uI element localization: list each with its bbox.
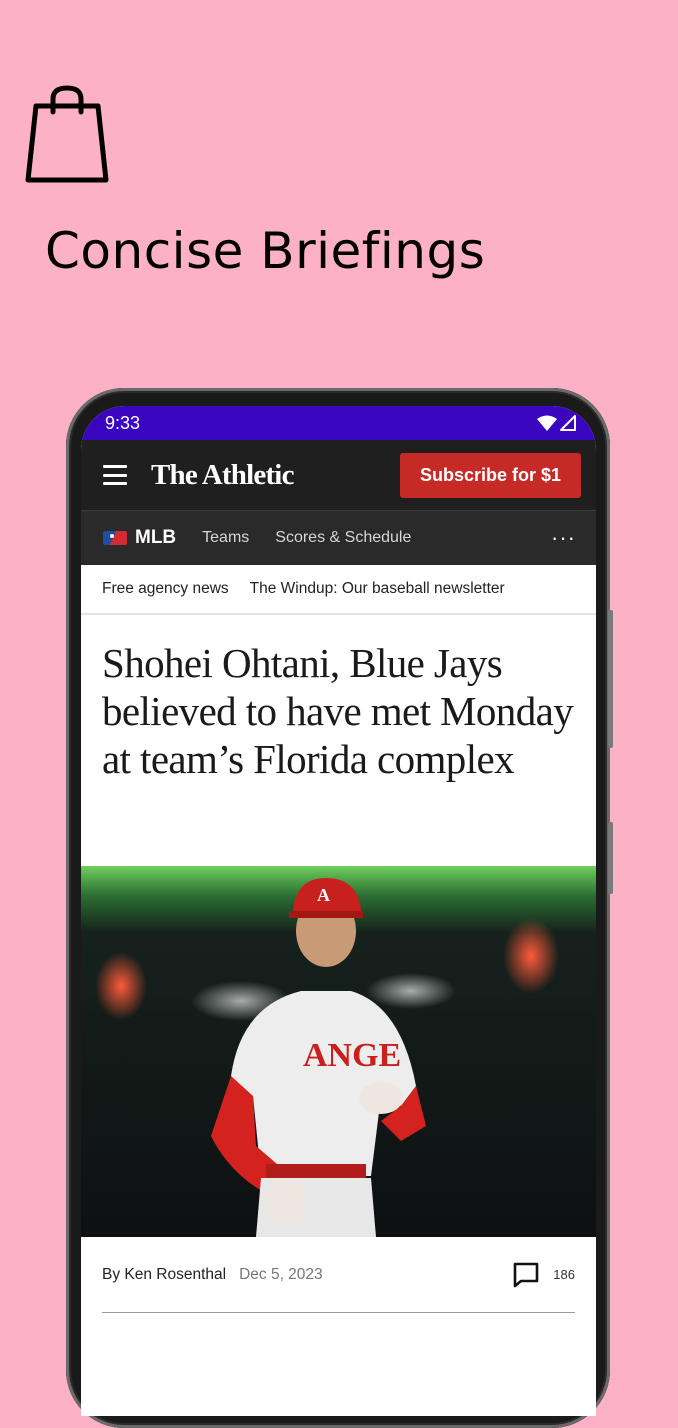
phone-screen: 9:33 The Athletic Subscribe for $1 MLB T…: [81, 406, 596, 1416]
nav-teams[interactable]: Teams: [202, 529, 249, 547]
comment-count: 186: [553, 1267, 575, 1282]
shopping-bag-icon: [25, 85, 109, 183]
byline: By Ken Rosenthal Dec 5, 2023 186: [81, 1237, 596, 1312]
mlb-logo-icon: [103, 531, 127, 545]
comment-icon: [513, 1262, 539, 1287]
comments-button[interactable]: 186: [513, 1262, 575, 1288]
status-icons: [537, 415, 576, 431]
publish-date: Dec 5, 2023: [239, 1265, 323, 1283]
wifi-icon: [537, 415, 557, 431]
cell-signal-icon: [560, 415, 576, 431]
promo-title: Concise Briefings: [45, 222, 486, 280]
article-headline: Shohei Ohtani, Blue Jays believed to hav…: [102, 640, 574, 782]
more-dots-icon[interactable]: ···: [551, 527, 576, 549]
topic-tags: Free agency news The Windup: Our basebal…: [81, 565, 596, 615]
author-name[interactable]: By Ken Rosenthal: [102, 1266, 226, 1284]
power-button: [608, 822, 613, 894]
tag-free-agency[interactable]: Free agency news: [102, 580, 229, 598]
subscribe-button[interactable]: Subscribe for $1: [400, 452, 581, 498]
status-time: 9:33: [105, 412, 141, 433]
hero-image: ANGE A: [81, 866, 596, 1237]
svg-text:A: A: [317, 885, 330, 905]
league-mlb[interactable]: MLB: [135, 527, 176, 549]
brand-logo[interactable]: The Athletic: [151, 459, 400, 492]
status-bar: 9:33: [81, 406, 596, 440]
tag-windup-newsletter[interactable]: The Windup: Our baseball newsletter: [250, 580, 505, 598]
menu-icon[interactable]: [103, 465, 127, 485]
nav-scores-schedule[interactable]: Scores & Schedule: [275, 529, 411, 547]
volume-button: [608, 610, 613, 748]
phone-frame: 9:33 The Athletic Subscribe for $1 MLB T…: [66, 388, 613, 1428]
svg-text:ANGE: ANGE: [303, 1037, 401, 1074]
divider: [102, 1312, 575, 1313]
app-bar: The Athletic Subscribe for $1: [81, 440, 596, 510]
sub-nav: MLB Teams Scores & Schedule ···: [81, 510, 596, 565]
